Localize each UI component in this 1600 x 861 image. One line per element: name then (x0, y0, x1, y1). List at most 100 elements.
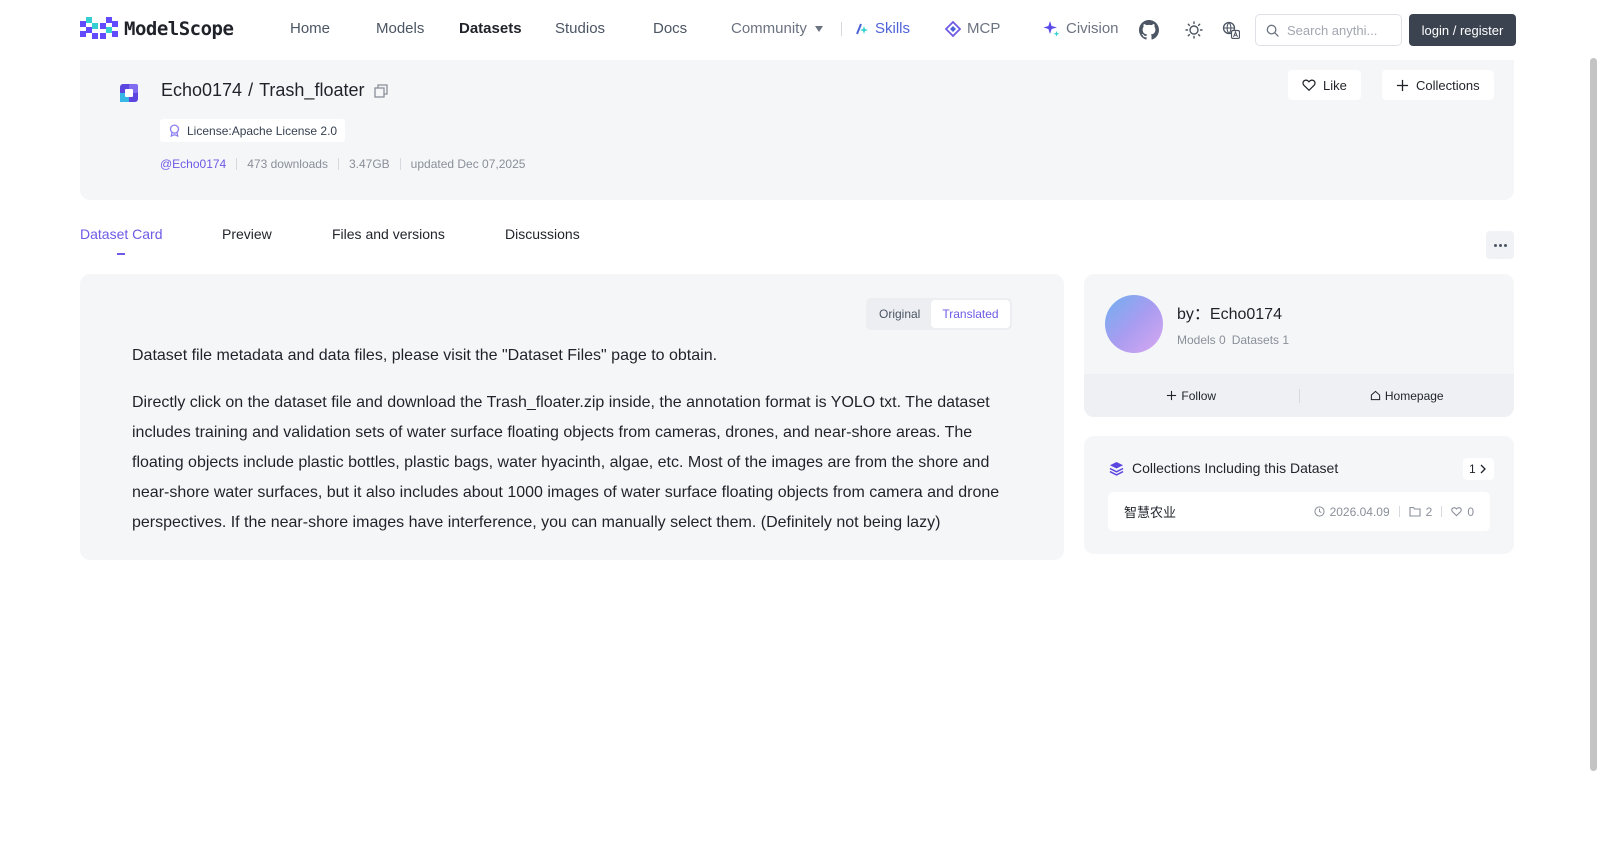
sun-icon (1185, 21, 1203, 39)
collections-card: Collections Including this Dataset 1 智慧农… (1084, 436, 1514, 554)
nav-civision-label: Civision (1066, 20, 1119, 37)
clock-icon (1313, 506, 1325, 517)
collections-title: Collections Including this Dataset (1132, 460, 1339, 476)
nav-home[interactable]: Home (290, 20, 330, 37)
nav-datasets[interactable]: Datasets (459, 20, 522, 37)
nav-mcp[interactable]: MCP (945, 20, 1000, 37)
nav-skills[interactable]: Skills (855, 20, 910, 37)
search-input[interactable] (1287, 22, 1387, 38)
description-paragraph-1: Dataset file metadata and data files, pl… (132, 347, 718, 364)
collections-label: Collections (1416, 77, 1480, 93)
dataset-title: Echo0174 / Trash_floater (161, 80, 389, 101)
license-text: License:Apache License 2.0 (187, 123, 338, 138)
author-counts: Models 0 Datasets 1 (1177, 333, 1289, 347)
stats-divider (1398, 506, 1400, 517)
collection-likes: 0 (1451, 505, 1474, 519)
like-label: Like (1323, 77, 1347, 93)
add-to-collection-button[interactable]: Collections (1382, 70, 1494, 100)
nav-civision[interactable]: Civision (1043, 20, 1119, 37)
language-toggle[interactable] (1222, 21, 1241, 44)
sparkle-icon (1043, 21, 1060, 37)
avatar[interactable] (1105, 295, 1163, 353)
active-tab-indicator (117, 253, 125, 255)
license-badge[interactable]: License:Apache License 2.0 (160, 119, 346, 142)
homepage-button[interactable]: Homepage (1300, 389, 1515, 403)
plus-icon (1396, 79, 1409, 91)
nav-docs[interactable]: Docs (653, 20, 687, 37)
folder-icon (1409, 506, 1421, 517)
collection-stats: 2026.04.09 2 0 (1313, 504, 1474, 519)
description-paragraph-2: Directly click on the dataset file and d… (132, 394, 1000, 531)
skills-icon (856, 23, 868, 34)
author-name[interactable]: by：Echo0174 (1177, 300, 1282, 324)
follow-label: Follow (1181, 388, 1217, 403)
collection-items-text: 2 (1425, 504, 1433, 519)
collections-header: Collections Including this Dataset (1109, 460, 1338, 476)
more-icon (1493, 243, 1507, 247)
theme-toggle[interactable] (1185, 21, 1203, 44)
follow-button[interactable]: Follow (1084, 389, 1299, 403)
chevron-right-icon (1480, 464, 1486, 474)
brand-logo[interactable]: ModelScope (80, 17, 234, 41)
plus-icon (1167, 390, 1177, 401)
tab-discussions[interactable]: Discussions (505, 226, 580, 242)
copy-icon[interactable] (374, 83, 389, 98)
dataset-header: Echo0174 / Trash_floater License:Apache … (80, 60, 1514, 200)
badge-icon (169, 124, 180, 137)
github-icon (1139, 20, 1159, 40)
title-separator: / (248, 80, 254, 100)
heart-icon (1451, 507, 1463, 517)
collections-count: 1 (1469, 462, 1476, 476)
search-icon (1266, 24, 1279, 37)
nav-models[interactable]: Models (376, 20, 424, 37)
dataset-icon (120, 84, 138, 102)
tab-preview[interactable]: Preview (222, 226, 272, 242)
more-options-button[interactable] (1486, 231, 1514, 259)
meta-divider (399, 158, 401, 170)
author-card: by：Echo0174 Models 0 Datasets 1 Follow H… (1084, 274, 1514, 417)
login-register-button[interactable]: login / register (1409, 14, 1516, 46)
models-count: Models 0 (1177, 333, 1226, 347)
toggle-translated[interactable]: Translated (931, 300, 1010, 328)
layers-icon (1109, 461, 1124, 476)
collection-item-count: 2 (1409, 504, 1433, 519)
dataset-size: 3.47GB (348, 157, 390, 171)
author-actions: Follow Homepage (1084, 374, 1514, 417)
collection-likes-text: 0 (1467, 504, 1474, 519)
collection-item[interactable]: 智慧农业 2026.04.09 2 0 (1108, 492, 1490, 531)
meta-divider (236, 158, 238, 170)
nav-skills-label: Skills (875, 20, 911, 37)
meta-divider (337, 158, 339, 170)
mcp-icon (945, 20, 961, 37)
collection-date: 2026.04.09 (1313, 504, 1390, 519)
download-count: 473 downloads (247, 157, 328, 171)
tab-files-and-versions[interactable]: Files and versions (332, 226, 445, 242)
nav-mcp-label: MCP (967, 20, 1001, 37)
collection-date-text: 2026.04.09 (1329, 504, 1390, 519)
brand-name: ModelScope (124, 18, 234, 40)
author-link[interactable]: @Echo0174 (160, 157, 226, 171)
dataset-meta: @Echo0174 473 downloads 3.47GB updated D… (160, 157, 525, 171)
like-button[interactable]: Like (1288, 70, 1361, 100)
nav-divider (841, 22, 842, 36)
toggle-original[interactable]: Original (868, 300, 931, 328)
dataset-owner[interactable]: Echo0174 (161, 80, 242, 101)
collections-count-button[interactable]: 1 (1463, 458, 1494, 480)
nav-studios[interactable]: Studios (555, 20, 605, 37)
github-link[interactable] (1139, 20, 1159, 45)
nav-community[interactable]: Community (731, 20, 823, 37)
home-icon (1370, 390, 1381, 401)
stats-divider (1441, 506, 1443, 517)
logo-mark-icon (80, 17, 118, 39)
dataset-card-content: Original Translated Dataset file metadat… (80, 274, 1064, 560)
homepage-label: Homepage (1384, 388, 1444, 403)
search-box[interactable] (1255, 14, 1402, 46)
heart-icon (1302, 79, 1316, 92)
chevron-down-icon (814, 26, 823, 32)
updated-date: updated Dec 07,2025 (410, 157, 526, 171)
tab-dataset-card[interactable]: Dataset Card (80, 226, 162, 242)
top-nav: ModelScope Home Models Datasets Studios … (0, 0, 1600, 60)
page-scrollbar[interactable] (1590, 58, 1597, 771)
translate-icon (1222, 21, 1241, 40)
nav-community-label: Community (731, 20, 807, 37)
